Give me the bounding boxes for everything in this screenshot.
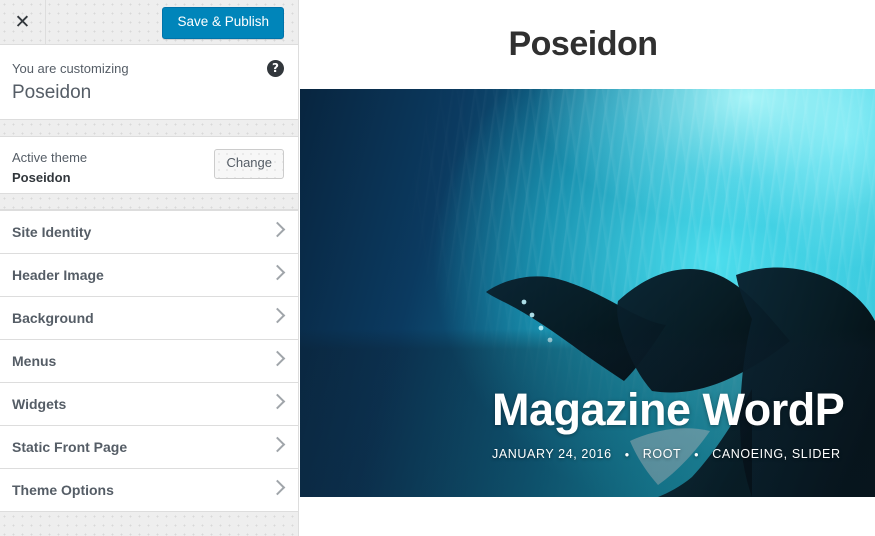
active-theme-panel: Active theme Poseidon Change <box>0 137 298 194</box>
sidebar-divider-middle <box>0 194 298 210</box>
chevron-right-icon <box>269 393 286 410</box>
save-and-publish-button[interactable]: Save & Publish <box>162 7 284 39</box>
customizer-screen: ✕ Save & Publish You are customizing Pos… <box>0 0 875 536</box>
chevron-right-icon <box>269 307 286 324</box>
featured-post-hero[interactable]: Magazine WordP JANUARY 24, 2016 • ROOT •… <box>300 89 875 497</box>
close-customizer-button[interactable]: ✕ <box>0 0 46 45</box>
site-preview-frame[interactable]: Poseidon Magazine WordP JANUARY 24, 2016… <box>300 0 875 536</box>
sidebar-item-label: Site Identity <box>12 224 92 240</box>
sidebar-item-header-image[interactable]: Header Image <box>0 254 298 297</box>
preview-site-branding: Poseidon <box>300 0 875 89</box>
help-icon[interactable]: ? <box>267 60 284 77</box>
customizing-site-title: Poseidon <box>12 81 92 103</box>
sidebar-item-site-identity[interactable]: Site Identity <box>0 211 298 254</box>
hero-headline[interactable]: Magazine WordP <box>492 385 875 434</box>
chevron-right-icon <box>269 479 286 496</box>
sidebar-item-label: Widgets <box>12 396 67 412</box>
close-icon: ✕ <box>14 11 31 33</box>
sidebar-item-background[interactable]: Background <box>0 297 298 340</box>
hero-meta-categories[interactable]: CANOEING, SLIDER <box>712 447 840 461</box>
hero-meta-author[interactable]: ROOT <box>643 447 681 461</box>
hero-entry-meta: JANUARY 24, 2016 • ROOT • CANOEING, SLID… <box>492 447 875 462</box>
chevron-right-icon <box>269 221 286 238</box>
sidebar-item-label: Theme Options <box>12 482 114 498</box>
sidebar-header: ✕ Save & Publish <box>0 0 298 45</box>
customizing-eyebrow: You are customizing <box>12 61 129 76</box>
hero-meta-date: JANUARY 24, 2016 <box>492 447 612 462</box>
sidebar-footer <box>0 512 298 536</box>
sidebar-item-label: Static Front Page <box>12 439 128 455</box>
sidebar-divider-top <box>0 120 298 137</box>
sidebar-item-static-front-page[interactable]: Static Front Page <box>0 426 298 469</box>
chevron-right-icon <box>269 436 286 453</box>
sidebar-item-menus[interactable]: Menus <box>0 340 298 383</box>
sidebar-item-label: Background <box>12 310 94 326</box>
sidebar-item-label: Header Image <box>12 267 104 283</box>
customizer-panel-list: Site Identity Header Image Background Me… <box>0 210 298 512</box>
sidebar-item-widgets[interactable]: Widgets <box>0 383 298 426</box>
customizing-info-panel: You are customizing Poseidon <box>0 45 298 120</box>
change-theme-button[interactable]: Change <box>214 149 284 179</box>
preview-content-area <box>300 497 875 536</box>
hero-content: Magazine WordP JANUARY 24, 2016 • ROOT •… <box>492 385 875 462</box>
customizer-sidebar: ✕ Save & Publish You are customizing Pos… <box>0 0 299 536</box>
sidebar-item-theme-options[interactable]: Theme Options <box>0 469 298 512</box>
sidebar-item-label: Menus <box>12 353 57 369</box>
chevron-right-icon <box>269 264 286 281</box>
meta-separator-icon: • <box>624 448 630 462</box>
meta-separator-icon: • <box>694 448 700 462</box>
preview-site-title: Poseidon <box>508 25 658 63</box>
chevron-right-icon <box>269 350 286 367</box>
